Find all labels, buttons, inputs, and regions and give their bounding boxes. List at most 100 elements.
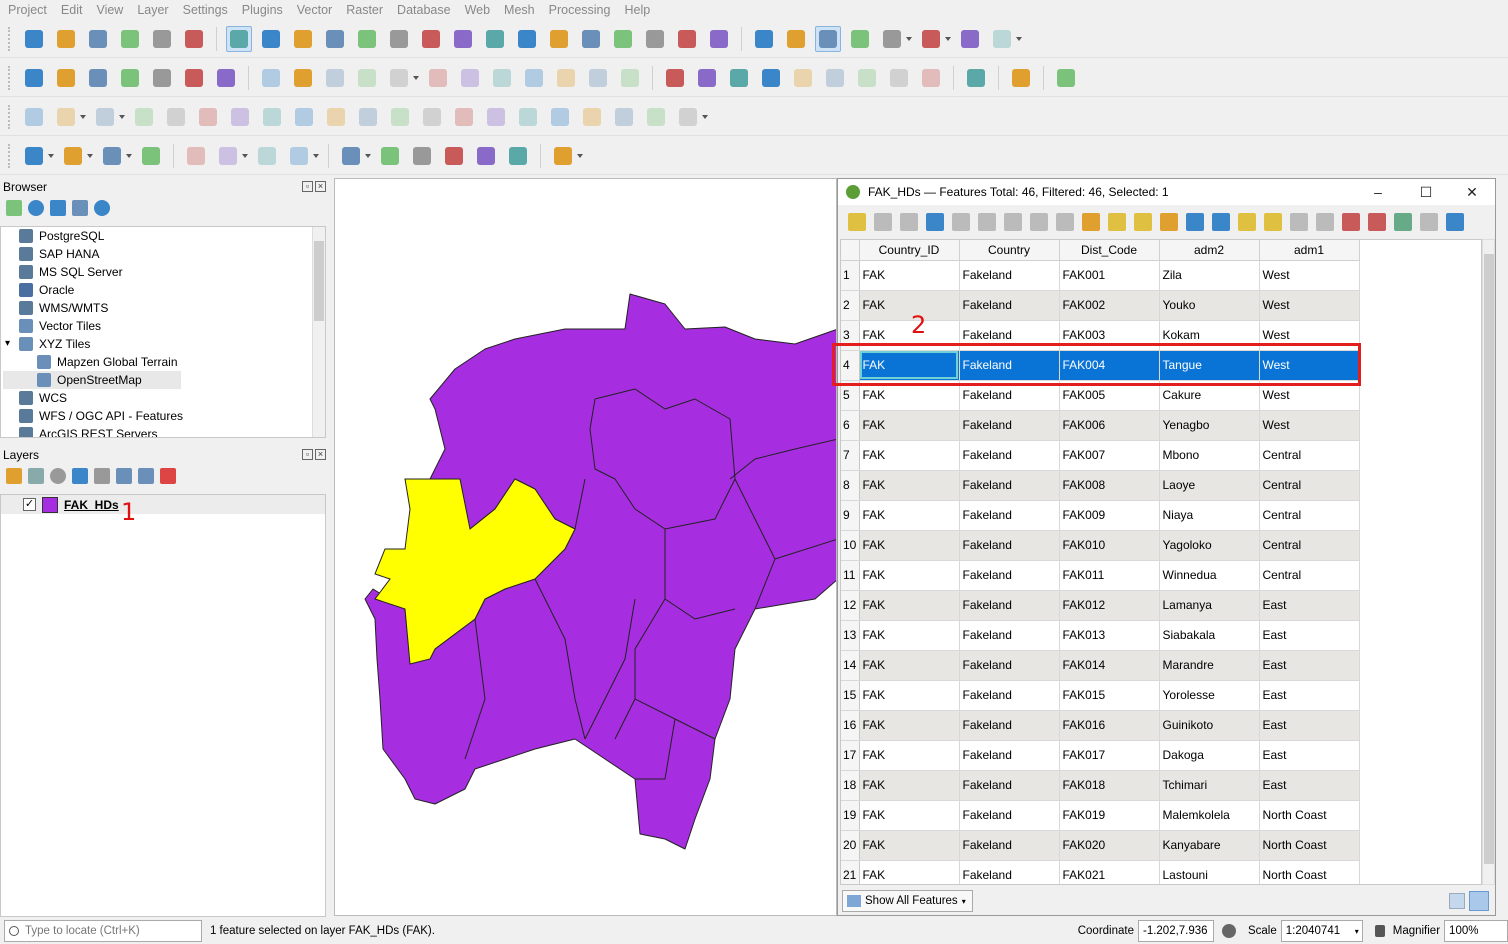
tb1-tool-29-icon[interactable] [918,26,951,52]
menu-processing[interactable]: Processing [541,3,617,17]
table-row[interactable]: 7 FAK Fakeland FAK007 Mbono Central [841,440,1360,471]
tb4-tool-10-icon[interactable] [338,143,371,169]
row-number[interactable]: 19 [841,800,860,831]
row-number[interactable]: 7 [841,440,860,471]
tb3-tool-2-icon[interactable] [92,104,125,130]
tb4-tool-5-icon[interactable] [183,143,209,169]
table-corner[interactable] [841,240,860,261]
table-row[interactable]: 13 FAK Fakeland FAK013 Siabakala East [841,620,1360,651]
browser-scrollbar[interactable] [312,227,325,437]
form-view-icon[interactable] [1449,893,1465,909]
attribute-grid[interactable]: Country_ID Country Dist_Code adm2 adm1 1 FAK F… [840,239,1482,885]
table-cell[interactable]: FAK018 [1059,770,1160,801]
row-number[interactable]: 18 [841,770,860,801]
collapse-all-icon[interactable] [72,200,88,216]
tb2-tool-5-icon[interactable] [181,65,207,91]
tb1-tool-8-icon[interactable] [258,26,284,52]
table-cell[interactable]: FAK014 [1059,650,1160,681]
table-cell[interactable]: Tchimari [1159,770,1260,801]
show-all-features-button[interactable]: Show All Features ▾ [842,890,973,912]
table-view-icon[interactable] [1469,891,1489,911]
table-cell[interactable]: Lamanya [1159,590,1260,621]
menu-mesh[interactable]: Mesh [496,3,541,17]
menu-database[interactable]: Database [389,3,457,17]
attribute-tool-1-icon[interactable] [874,213,892,231]
refresh-icon[interactable] [28,200,44,216]
column-header[interactable]: Dist_Code [1059,240,1160,261]
table-cell[interactable]: West [1259,290,1360,321]
browser-item[interactable]: ArcGIS REST Servers [3,425,325,437]
menu-web[interactable]: Web [457,3,496,17]
tb3-tool-4-icon[interactable] [163,104,189,130]
table-cell[interactable]: FAK020 [1059,830,1160,861]
table-cell[interactable]: FAK [859,290,960,321]
table-cell[interactable]: Winnedua [1159,560,1260,591]
minimize-button[interactable]: – [1368,183,1388,201]
column-header[interactable]: adm2 [1159,240,1260,261]
table-cell[interactable]: Dakoga [1159,740,1260,771]
attribute-tool-5-icon[interactable] [978,213,996,231]
row-number[interactable]: 6 [841,410,860,441]
attribute-tool-10-icon[interactable] [1108,213,1126,231]
tb4-tool-17-icon[interactable] [550,143,583,169]
table-cell[interactable]: Youko [1159,290,1260,321]
attribute-tool-4-icon[interactable] [952,213,970,231]
row-number[interactable]: 10 [841,530,860,561]
attribute-tool-23-icon[interactable] [1446,213,1464,231]
attribute-tool-6-icon[interactable] [1004,213,1022,231]
tb3-tool-11-icon[interactable] [387,104,413,130]
add-selected-icon[interactable] [6,200,22,216]
attribute-tool-17-icon[interactable] [1290,213,1308,231]
table-cell[interactable]: Fakeland [959,260,1060,291]
remove-layer-icon[interactable] [160,468,176,484]
table-cell[interactable]: Zila [1159,260,1260,291]
table-cell[interactable]: FAK002 [1059,290,1160,321]
table-cell[interactable]: Mbono [1159,440,1260,471]
table-cell[interactable]: FAK007 [1059,440,1160,471]
close-button[interactable]: ✕ [1462,183,1482,201]
attribute-tool-7-icon[interactable] [1030,213,1048,231]
tb1-tool-5-icon[interactable] [181,26,207,52]
tb1-tool-27-icon[interactable] [847,26,873,52]
filter-icon[interactable] [50,200,66,216]
table-cell[interactable]: East [1259,590,1360,621]
tb4-tool-3-icon[interactable] [138,143,164,169]
attribute-tool-19-icon[interactable] [1342,213,1360,231]
info-icon[interactable] [94,200,110,216]
attribute-tool-21-icon[interactable] [1394,213,1412,231]
tb2-tool-9-icon[interactable] [290,65,316,91]
attribute-tool-11-icon[interactable] [1134,213,1152,231]
menu-layer[interactable]: Layer [129,3,174,17]
tb3-tool-10-icon[interactable] [355,104,381,130]
column-header[interactable]: Country [959,240,1060,261]
tb3-tool-0-icon[interactable] [21,104,47,130]
table-cell[interactable]: Guinikoto [1159,710,1260,741]
tb3-tool-5-icon[interactable] [195,104,221,130]
tb4-tool-8-icon[interactable] [286,143,319,169]
table-cell[interactable]: FAK [859,560,960,591]
browser-item[interactable]: Vector Tiles [3,317,325,335]
row-number[interactable]: 12 [841,590,860,621]
tb1-tool-28-icon[interactable] [879,26,912,52]
tb3-tool-16-icon[interactable] [547,104,573,130]
table-cell[interactable]: East [1259,650,1360,681]
tb4-tool-1-icon[interactable] [60,143,93,169]
tb1-tool-7-icon[interactable] [226,25,252,52]
table-cell[interactable]: West [1259,260,1360,291]
table-cell[interactable]: FAK [859,260,960,291]
table-cell[interactable]: FAK [859,770,960,801]
tb2-tool-19-icon[interactable] [617,65,643,91]
table-cell[interactable]: FAK [859,410,960,441]
table-cell[interactable]: FAK [859,830,960,861]
browser-item[interactable]: WFS / OGC API - Features [3,407,325,425]
tb1-tool-25-icon[interactable] [783,26,809,52]
tb2-tool-3-icon[interactable] [117,65,143,91]
tb1-tool-22-icon[interactable] [706,26,732,52]
menu-project[interactable]: Project [0,3,53,17]
tb2-tool-10-icon[interactable] [322,65,348,91]
table-cell[interactable]: North Coast [1259,830,1360,861]
lock-icon[interactable] [1374,925,1385,937]
attribute-tool-3-icon[interactable] [926,213,944,231]
table-cell[interactable]: Central [1259,500,1360,531]
table-cell[interactable]: FAK [859,680,960,711]
